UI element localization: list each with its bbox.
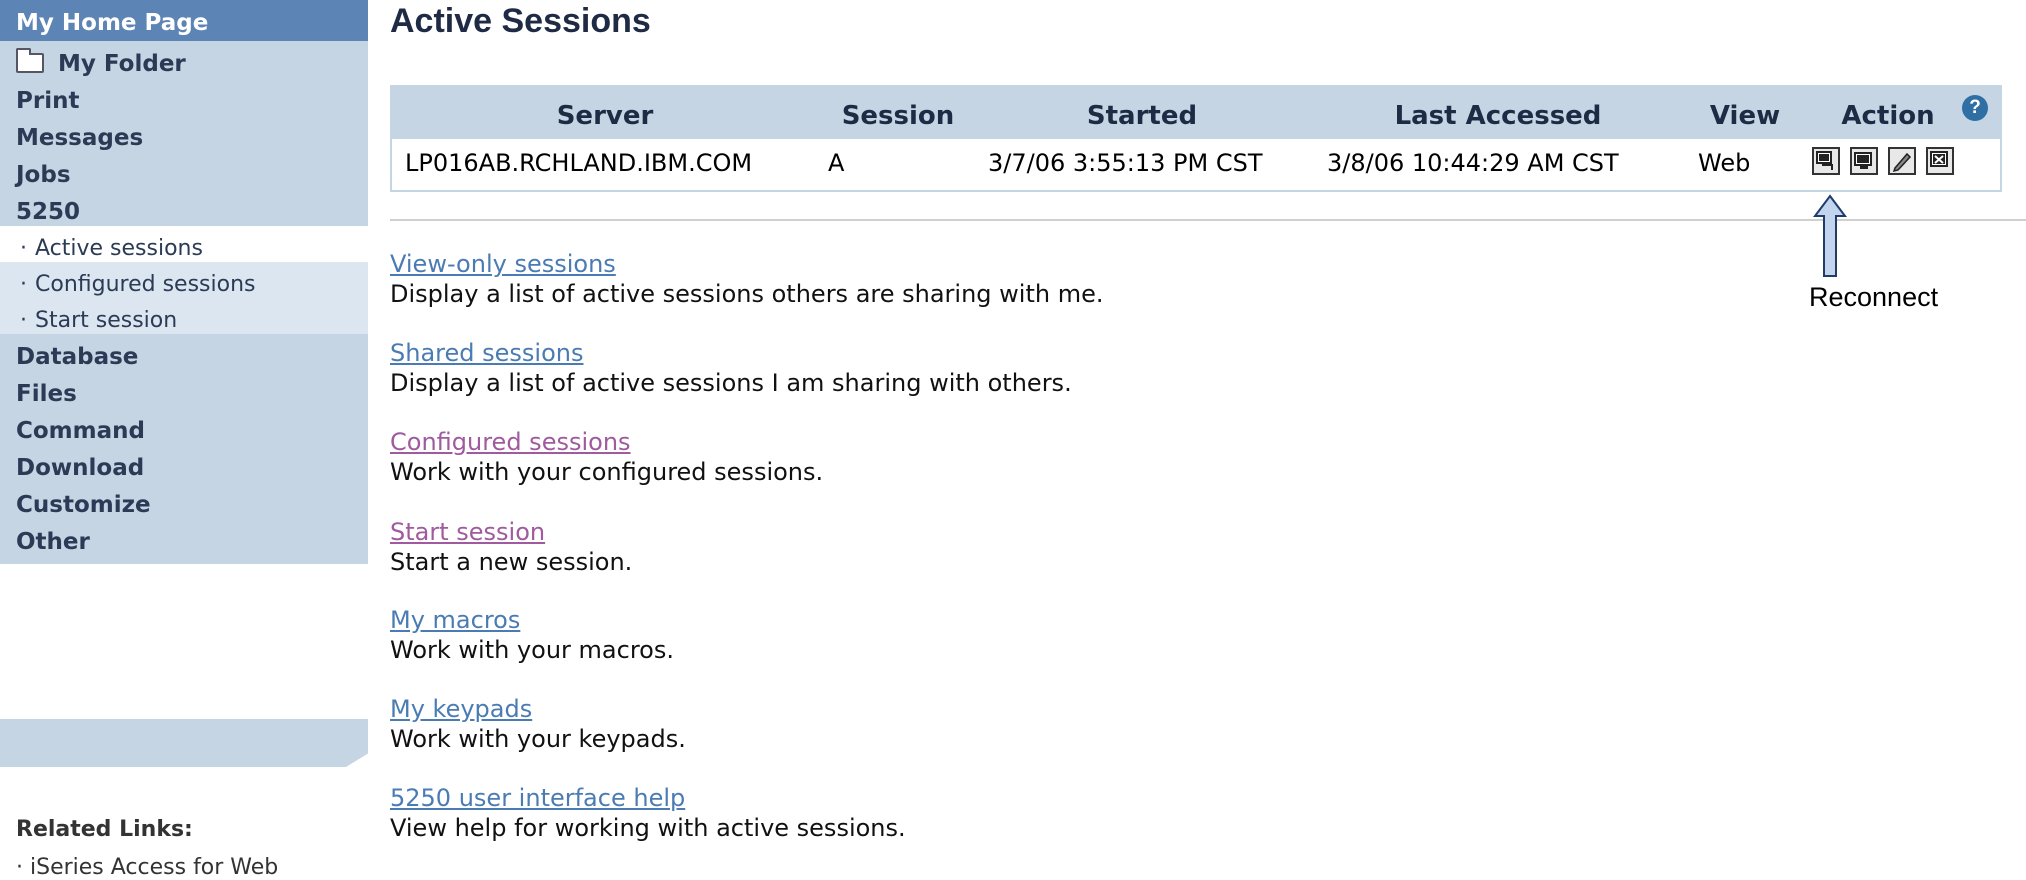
cell-session: A [828, 149, 845, 177]
divider [390, 219, 2026, 221]
link-description: Start a new session. [390, 548, 633, 576]
related-links-heading: Related Links: [16, 817, 193, 842]
edit-icon [1892, 152, 1912, 173]
col-header-view: View [1709, 101, 1781, 131]
list-item: Configured sessions Work with your confi… [390, 428, 823, 486]
related-link-label: iSeries Access for Web [30, 855, 279, 880]
nav-label: Print [16, 88, 80, 114]
cell-last-accessed: 3/8/06 10:44:29 AM CST [1327, 149, 1619, 177]
col-header-started: Started [1086, 101, 1198, 131]
stop-button[interactable] [1926, 147, 1954, 175]
nav-label: Download [16, 455, 145, 481]
nav-bottom-filler [0, 719, 368, 767]
list-item: 5250 user interface help View help for w… [390, 784, 906, 842]
bullet: · [20, 272, 27, 297]
related-link-iseries[interactable]: · iSeries Access for Web [16, 855, 278, 880]
cell-view: Web [1698, 149, 1751, 177]
nav-label: Database [16, 344, 139, 370]
bullet: · [16, 855, 23, 880]
nav-label: 5250 [16, 199, 81, 225]
cell-started: 3/7/06 3:55:13 PM CST [988, 149, 1263, 177]
link-description: Work with your configured sessions. [390, 458, 824, 486]
folder-icon [16, 47, 44, 73]
help-icon[interactable]: ? [1962, 95, 1988, 121]
callout-label: Reconnect [1809, 282, 1939, 312]
col-header-action: Action [1841, 101, 1935, 131]
nav-label: Messages [16, 125, 144, 151]
link-shared-sessions[interactable]: Shared sessions [390, 339, 1072, 367]
nav-other[interactable]: Other [0, 519, 368, 566]
reconnect-icon [1816, 151, 1833, 170]
col-header-session: Session [841, 101, 955, 131]
table-header: Server Session Started Last Accessed Vie… [392, 87, 2000, 139]
nav-label: Other [16, 529, 90, 555]
reconnect-button[interactable] [1812, 147, 1840, 175]
list-item: My keypads Work with your keypads. [390, 695, 686, 753]
list-item: Shared sessions Display a list of active… [390, 339, 1072, 397]
share-button[interactable] [1850, 147, 1878, 175]
stop-icon [1930, 151, 1948, 167]
link-5250-ui-help[interactable]: 5250 user interface help [390, 784, 906, 812]
link-description: Work with your keypads. [390, 725, 686, 753]
list-item: View-only sessions Display a list of act… [390, 250, 1103, 308]
nav-label: My Folder [58, 51, 186, 77]
link-description: Display a list of active sessions I am s… [390, 369, 1072, 397]
link-start-session[interactable]: Start session [390, 518, 632, 546]
col-header-last-accessed: Last Accessed [1394, 101, 1602, 131]
callout-arrow-icon [1813, 194, 1847, 277]
sidebar: My Home Page My Folder Print Messages Jo… [0, 0, 368, 880]
nav-label: Configured sessions [35, 272, 256, 297]
nav-label: My Home Page [16, 10, 209, 36]
link-my-macros[interactable]: My macros [390, 606, 674, 634]
list-item: My macros Work with your macros. [390, 606, 674, 664]
nav-label: Customize [16, 492, 151, 518]
bullet: · [20, 308, 27, 333]
nav-label: Start session [35, 308, 178, 333]
nav-my-home-page[interactable]: My Home Page [0, 0, 368, 47]
col-header-server: Server [556, 101, 654, 131]
nav-label: Active sessions [35, 236, 203, 261]
nav-label: Jobs [16, 162, 71, 188]
cell-server: LP016AB.RCHLAND.IBM.COM [405, 149, 753, 177]
link-my-keypads[interactable]: My keypads [390, 695, 686, 723]
sessions-table: Server Session Started Last Accessed Vie… [390, 85, 2002, 192]
link-description: Display a list of active sessions others… [390, 280, 1104, 308]
link-configured-sessions[interactable]: Configured sessions [390, 428, 823, 456]
list-item: Start session Start a new session. [390, 518, 632, 576]
share-icon [1854, 152, 1872, 169]
link-view-only-sessions[interactable]: View-only sessions [390, 250, 1103, 278]
link-description: Work with your macros. [390, 636, 674, 664]
link-description: View help for working with active sessio… [390, 814, 906, 842]
nav-label: Command [16, 418, 145, 444]
nav-label: Files [16, 381, 77, 407]
edit-button[interactable] [1888, 147, 1916, 175]
page-title: Active Sessions [390, 2, 651, 40]
bullet: · [20, 236, 27, 261]
